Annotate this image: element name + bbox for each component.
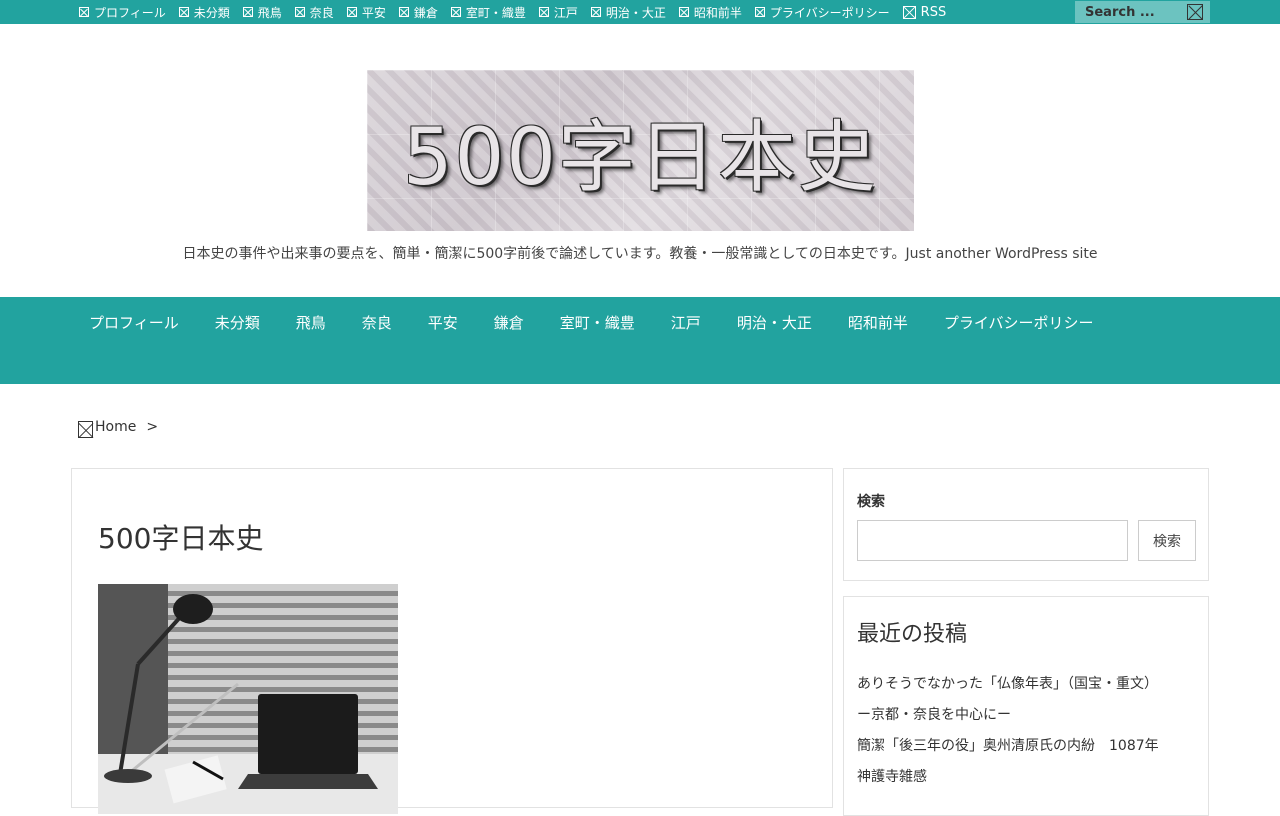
top-nav-item-asuka[interactable]: 飛鳥 — [242, 4, 282, 21]
top-nav-item-muromachi[interactable]: 室町・織豊 — [450, 4, 526, 21]
sidebar-search-input[interactable] — [857, 520, 1128, 561]
main-nav-item-profile[interactable]: プロフィール — [89, 312, 179, 333]
top-nav: プロフィール 未分類 飛鳥 奈良 平安 鎌倉 室町・織豊 江戸 明治・大正 昭和… — [79, 0, 959, 24]
sidebar-search-button[interactable]: 検索 — [1138, 520, 1196, 561]
broken-image-icon — [590, 7, 601, 17]
broken-image-icon — [294, 7, 305, 17]
recent-post-link[interactable]: ありそうでなかった「仏像年表」（国宝・重文） — [857, 669, 1197, 700]
recent-post-link[interactable]: 神護寺雑感 — [857, 762, 1197, 793]
top-nav-label: プライバシーポリシー — [769, 5, 890, 20]
rss-icon — [902, 5, 916, 19]
top-nav-label: 明治・大正 — [605, 5, 666, 20]
breadcrumb-separator: > — [146, 418, 159, 435]
broken-image-icon — [242, 7, 253, 17]
top-nav-item-edo[interactable]: 江戸 — [538, 4, 578, 21]
top-nav-item-kamakura[interactable]: 鎌倉 — [398, 4, 438, 21]
main-content: 500字日本史 — [71, 468, 833, 814]
sidebar-search-label: 検索 — [857, 494, 885, 510]
main-nav-item-heian[interactable]: 平安 — [428, 312, 458, 333]
top-bar: プロフィール 未分類 飛鳥 奈良 平安 鎌倉 室町・織豊 江戸 明治・大正 昭和… — [0, 0, 1280, 24]
breadcrumb-home-link[interactable]: Home — [95, 419, 136, 435]
recent-posts-list: ありそうでなかった「仏像年表」（国宝・重文） ー京都・奈良を中心にー 簡潔「後三… — [857, 669, 1197, 793]
top-nav-label: 奈良 — [309, 5, 334, 20]
home-icon — [78, 421, 93, 438]
main-nav-item-showa[interactable]: 昭和前半 — [848, 312, 908, 333]
top-nav-item-meiji[interactable]: 明治・大正 — [590, 4, 666, 21]
top-nav-label: 飛鳥 — [257, 5, 282, 20]
top-nav-item-uncategorized[interactable]: 未分類 — [178, 4, 230, 21]
top-search-input[interactable] — [1075, 4, 1190, 20]
main-nav-item-privacy[interactable]: プライバシーポリシー — [944, 312, 1094, 333]
broken-image-icon — [754, 7, 765, 17]
top-nav-item-profile[interactable]: プロフィール — [79, 4, 166, 21]
recent-posts-title: 最近の投稿 — [857, 622, 968, 647]
broken-image-icon — [178, 7, 189, 17]
broken-image-icon — [79, 7, 89, 17]
rss-label: RSS — [920, 4, 947, 20]
broken-image-icon — [678, 7, 689, 17]
main-nav-item-nara[interactable]: 奈良 — [362, 312, 392, 333]
top-nav-label: 鎌倉 — [413, 5, 438, 20]
main-nav: プロフィール 未分類 飛鳥 奈良 平安 鎌倉 室町・織豊 江戸 明治・大正 昭和… — [0, 297, 1280, 384]
main-nav-item-kamakura[interactable]: 鎌倉 — [494, 312, 524, 333]
desk-lamp-laptop-photo — [98, 584, 398, 814]
broken-image-icon — [346, 7, 357, 17]
top-nav-item-nara[interactable]: 奈良 — [294, 4, 334, 21]
broken-image-icon — [398, 7, 409, 17]
page-title: 500字日本史 — [98, 522, 264, 555]
recent-post-link[interactable]: 簡潔「後三年の役」奥州清原氏の内紛 1087年 — [857, 731, 1197, 762]
breadcrumb: Home > — [78, 418, 159, 438]
logo-text: 500字日本史 — [403, 112, 878, 203]
top-nav-item-showa[interactable]: 昭和前半 — [678, 4, 742, 21]
top-nav-label: 昭和前半 — [693, 5, 742, 20]
broken-image-icon — [538, 7, 549, 17]
rss-link[interactable]: RSS — [902, 4, 947, 20]
main-nav-item-meiji[interactable]: 明治・大正 — [737, 312, 812, 333]
recent-post-link[interactable]: ー京都・奈良を中心にー — [857, 700, 1197, 731]
top-nav-label: 室町・織豊 — [465, 5, 526, 20]
main-nav-item-edo[interactable]: 江戸 — [671, 312, 701, 333]
top-nav-label: プロフィール — [94, 5, 166, 20]
top-nav-label: 平安 — [361, 5, 386, 20]
top-nav-label: 江戸 — [553, 5, 578, 20]
top-search-box — [1075, 1, 1210, 23]
top-nav-label: 未分類 — [193, 5, 230, 20]
top-nav-item-heian[interactable]: 平安 — [346, 4, 386, 21]
site-logo[interactable]: 500字日本史 — [367, 70, 914, 231]
top-search-button[interactable] — [1187, 4, 1203, 20]
top-nav-item-privacy[interactable]: プライバシーポリシー — [754, 4, 890, 21]
main-nav-item-uncategorized[interactable]: 未分類 — [215, 312, 260, 333]
recent-posts-widget: 最近の投稿 ありそうでなかった「仏像年表」（国宝・重文） ー京都・奈良を中心にー… — [843, 596, 1209, 816]
sidebar-search-widget: 検索 検索 — [843, 468, 1209, 581]
featured-image — [98, 584, 398, 814]
search-icon — [1187, 4, 1203, 20]
main-nav-item-muromachi[interactable]: 室町・織豊 — [560, 312, 635, 333]
site-tagline: 日本史の事件や出来事の要点を、簡単・簡潔に500字前後で論述しています。教養・一… — [182, 246, 1098, 262]
main-nav-item-asuka[interactable]: 飛鳥 — [296, 312, 326, 333]
broken-image-icon — [450, 7, 461, 17]
